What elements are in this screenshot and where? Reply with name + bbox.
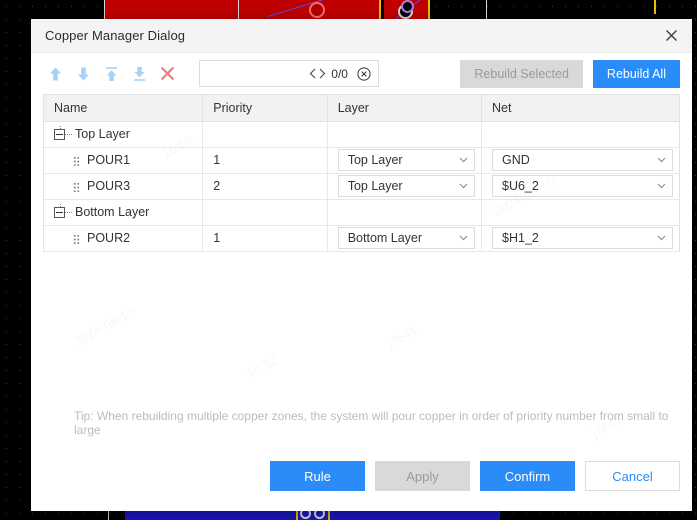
copper-zones-table-container: Name Priority Layer Net Top Layer POUR1 … (43, 94, 680, 252)
chevron-right-icon[interactable] (317, 63, 326, 85)
pad-violet-1 (401, 0, 414, 13)
row-layer-cell: Bottom Layer (327, 225, 483, 252)
chevron-down-icon (657, 157, 666, 163)
tree-collapse-icon[interactable] (54, 203, 65, 218)
row-priority-value: 2 (213, 179, 221, 193)
copper-zones-table: Name Priority Layer Net Top Layer POUR1 … (44, 95, 679, 252)
row-priority-cell[interactable]: 1 (202, 225, 328, 252)
row-priority-value: 1 (213, 231, 221, 245)
net-select[interactable]: GND (492, 149, 673, 171)
dialog-footer: Rule Apply Confirm Cancel (31, 461, 692, 511)
group-label: Bottom Layer (75, 205, 150, 219)
table-row[interactable]: POUR2 1 Bottom Layer $H1_2 (44, 225, 679, 252)
row-layer-cell: Top Layer (327, 173, 483, 200)
pad-red-1 (309, 2, 325, 18)
chevron-down-icon (459, 235, 468, 241)
net-select[interactable]: $H1_2 (492, 227, 673, 249)
column-header-layer[interactable]: Layer (327, 95, 483, 122)
close-icon[interactable] (656, 22, 686, 50)
trace-vertical-4 (654, 0, 656, 14)
layer-select-value: Bottom Layer (347, 231, 423, 245)
layer-select-value: Top Layer (347, 153, 403, 167)
drag-handle-icon[interactable] (73, 154, 80, 166)
drag-handle-icon[interactable] (73, 232, 80, 244)
group-priority-cell (202, 121, 328, 148)
dialog-titlebar: Copper Manager Dialog (31, 19, 692, 53)
rule-button[interactable]: Rule (270, 461, 365, 491)
rebuild-selected-button[interactable]: Rebuild Selected (460, 59, 583, 88)
search-box: 0/0 (199, 60, 379, 87)
chevron-down-icon (657, 183, 666, 189)
chevron-down-icon (459, 183, 468, 189)
group-name-cell: Bottom Layer (44, 199, 204, 226)
group-layer-cell (327, 121, 483, 148)
row-name-cell: POUR3 (44, 173, 204, 200)
group-name-cell: Top Layer (44, 121, 204, 148)
row-name-label: POUR3 (87, 179, 131, 193)
row-priority-cell[interactable]: 2 (202, 173, 328, 200)
apply-button[interactable]: Apply (375, 461, 470, 491)
group-priority-cell (202, 199, 328, 226)
column-header-name[interactable]: Name (44, 95, 204, 122)
row-priority-cell[interactable]: 1 (202, 147, 328, 174)
search-input[interactable] (208, 61, 309, 86)
layer-select[interactable]: Top Layer (337, 175, 475, 197)
move-to-bottom-icon[interactable] (127, 61, 152, 86)
layer-select[interactable]: Top Layer (337, 149, 475, 171)
row-name-cell: POUR2 (44, 225, 204, 252)
net-select[interactable]: $U6_2 (492, 175, 673, 197)
dialog-title: Copper Manager Dialog (45, 28, 186, 43)
move-to-top-icon[interactable] (99, 61, 124, 86)
net-select-value: $H1_2 (502, 231, 539, 245)
net-select-value: $U6_2 (502, 179, 539, 193)
row-net-cell: $H1_2 (481, 225, 679, 252)
chevron-down-icon (657, 235, 666, 241)
layer-select-value: Top Layer (347, 179, 403, 193)
table-row[interactable]: POUR3 2 Top Layer $U6_2 (44, 173, 679, 200)
table-row[interactable]: POUR1 1 Top Layer GND (44, 147, 679, 174)
column-header-priority[interactable]: Priority (202, 95, 328, 122)
chevron-down-icon (459, 157, 468, 163)
column-header-net[interactable]: Net (481, 95, 679, 122)
delete-icon[interactable] (155, 61, 180, 86)
move-up-icon[interactable] (43, 61, 68, 86)
rebuild-all-button[interactable]: Rebuild All (592, 59, 680, 88)
drag-handle-icon[interactable] (73, 180, 80, 192)
row-priority-value: 1 (213, 153, 221, 167)
table-body: Top Layer POUR1 1 Top Layer GND POUR3 2 … (44, 121, 679, 252)
row-layer-cell: Top Layer (327, 147, 483, 174)
search-result-counter: 0/0 (331, 66, 348, 81)
tree-collapse-icon[interactable] (54, 125, 65, 140)
cancel-button[interactable]: Cancel (585, 461, 680, 491)
row-net-cell: GND (481, 147, 679, 174)
copper-manager-dialog: Copper Manager Dialog 0/0 Rebuild Select… (31, 19, 692, 511)
group-layer-cell (327, 199, 483, 226)
dialog-spacer (31, 252, 692, 410)
chevron-left-icon[interactable] (308, 63, 317, 85)
tree-connector-icon (65, 133, 72, 135)
tip-text: Tip: When rebuilding multiple copper zon… (74, 409, 669, 437)
row-name-label: POUR1 (87, 153, 131, 167)
net-select-value: GND (502, 153, 530, 167)
toolbar-actions: Rebuild Selected Rebuild All (460, 59, 680, 88)
move-down-icon[interactable] (71, 61, 96, 86)
table-header-row: Name Priority Layer Net (44, 95, 679, 122)
table-group-row[interactable]: Top Layer (44, 121, 679, 148)
group-net-cell (481, 199, 679, 226)
tree-connector-icon (65, 211, 72, 213)
group-net-cell (481, 121, 679, 148)
confirm-button[interactable]: Confirm (480, 461, 575, 491)
row-name-label: POUR2 (87, 231, 131, 245)
row-net-cell: $U6_2 (481, 173, 679, 200)
dialog-toolbar: 0/0 Rebuild Selected Rebuild All (31, 53, 692, 94)
clear-circle-icon[interactable] (357, 65, 371, 83)
row-name-cell: POUR1 (44, 147, 204, 174)
table-group-row[interactable]: Bottom Layer (44, 199, 679, 226)
layer-select[interactable]: Bottom Layer (337, 227, 475, 249)
group-label: Top Layer (75, 127, 130, 141)
